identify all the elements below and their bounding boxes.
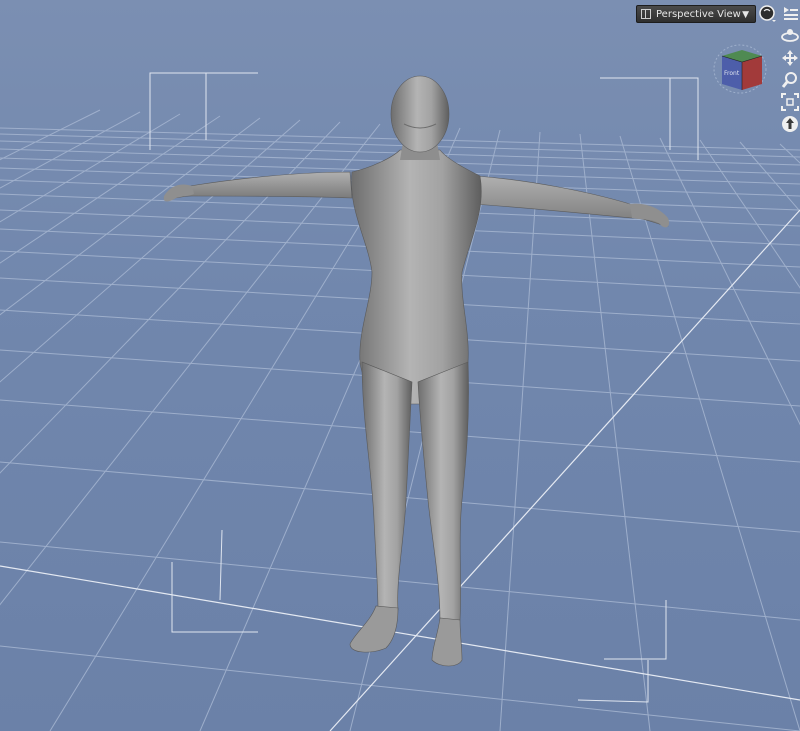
viewport-layout-icon (641, 9, 651, 19)
pan-icon[interactable] (781, 49, 799, 67)
frame-selection-icon[interactable] (781, 93, 799, 111)
view-select-label: Perspective View (656, 9, 741, 20)
3d-viewport[interactable]: Perspective View ▼ Front (0, 0, 800, 731)
view-cube[interactable]: Front (712, 44, 768, 94)
human-figure[interactable] (163, 75, 670, 667)
options-menu-icon[interactable] (781, 5, 799, 23)
shading-style-icon[interactable] (759, 5, 777, 23)
view-select-dropdown[interactable]: Perspective View ▼ (636, 5, 756, 23)
reset-view-icon[interactable] (781, 115, 799, 133)
zoom-icon[interactable] (781, 71, 799, 89)
chevron-down-icon: ▼ (742, 10, 749, 20)
scene-canvas[interactable] (0, 0, 800, 731)
orbit-icon[interactable] (781, 27, 799, 45)
view-cube-face-label: Front (724, 70, 740, 77)
